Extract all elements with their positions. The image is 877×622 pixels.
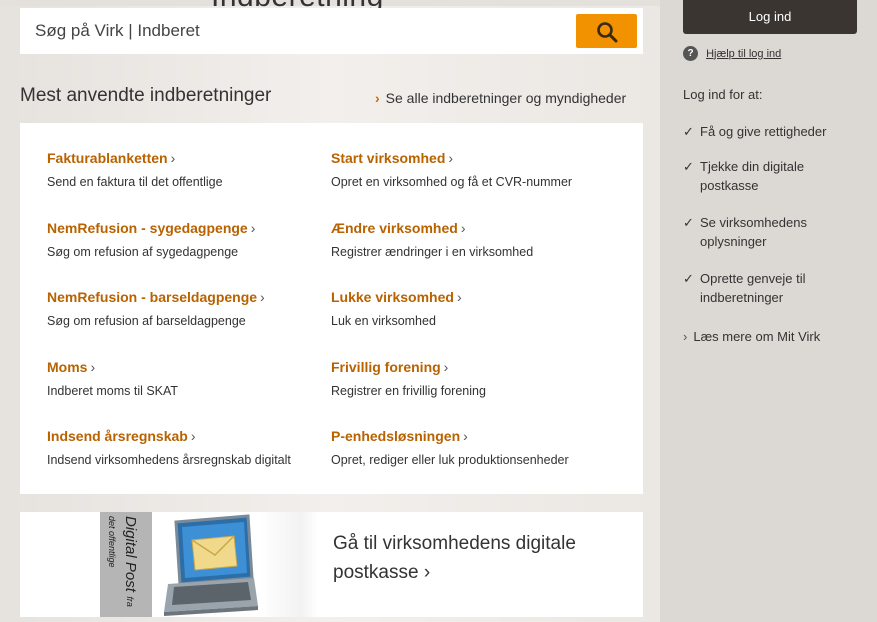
benefit-text: Få og give rettigheder (700, 124, 827, 139)
link-description: Registrer en frivillig forening (331, 384, 486, 398)
digital-post-banner[interactable]: Digital Post fra det offentlige Gå til v… (20, 512, 643, 617)
chevron-right-icon: › (683, 329, 688, 344)
search-box (20, 8, 643, 54)
page-heading-clipped: Indberetning (211, 0, 384, 8)
section-title: Mest anvendte indberetninger (20, 85, 272, 106)
see-all-link[interactable]: › Se alle indberetninger og myndigheder (375, 90, 626, 106)
list-item: Indsend årsregnskab › Indsend virksomhede… (47, 428, 291, 467)
list-item: Ændre virksomhed › Registrer ændringer i … (331, 220, 533, 259)
check-icon: ✓ (683, 159, 694, 174)
chevron-right-icon: › (423, 562, 431, 583)
see-all-label: Se alle indberetninger og myndigheder (385, 90, 627, 106)
link-description: Indsend virksomhedens årsregnskab digita… (47, 453, 291, 467)
check-icon: ✓ (683, 215, 694, 230)
help-login-link[interactable]: Hjælp til log ind (706, 48, 781, 60)
search-icon (597, 22, 618, 43)
chevron-right-icon: › (260, 289, 265, 305)
chevron-right-icon: › (90, 359, 96, 375)
read-more-label: Læs mere om Mit Virk (693, 329, 821, 344)
link-title[interactable]: P-enhedsløsningen › (331, 428, 569, 444)
chevron-right-icon: › (190, 428, 196, 444)
link-title[interactable]: NemRefusion - sygedagpenge › (47, 220, 255, 236)
check-icon: ✓ (683, 124, 694, 139)
banner-text[interactable]: Gå til virksomhedens digitale postkasse … (333, 529, 613, 587)
chevron-right-icon: › (456, 289, 462, 305)
link-title[interactable]: Fakturablanketten › (47, 150, 223, 166)
most-used-panel: Fakturablanketten › Send en faktura til d… (20, 123, 643, 494)
banner-divider (260, 512, 318, 617)
link-title[interactable]: Frivillig forening › (331, 359, 486, 375)
help-row: ? Hjælp til log ind (683, 46, 781, 61)
check-icon: ✓ (683, 271, 694, 286)
digital-post-logo: Digital Post fra det offentlige (100, 512, 152, 617)
benefit-item: ✓ Tjekke din digitale postkasse (683, 157, 865, 195)
read-more-link[interactable]: › Læs mere om Mit Virk (683, 329, 820, 344)
link-description: Send en faktura til det offentlige (47, 175, 223, 189)
list-item: P-enhedsløsningen › Opret, rediger eller … (331, 428, 569, 467)
chevron-right-icon: › (375, 90, 380, 106)
chevron-right-icon: › (250, 220, 256, 236)
link-title[interactable]: Lukke virksomhed › (331, 289, 462, 305)
list-item: Frivillig forening › Registrer en frivill… (331, 359, 486, 398)
digital-post-logo-title: Digital Post (122, 516, 139, 592)
chevron-right-icon: › (463, 428, 468, 444)
link-title[interactable]: Ændre virksomhed › (331, 220, 533, 236)
link-description: Indberet moms til SKAT (47, 384, 179, 398)
list-item: Start virksomhed › Opret en virksomhed og… (331, 150, 572, 189)
chevron-right-icon: › (448, 150, 454, 166)
laptop-mail-icon (164, 514, 258, 616)
link-description: Søg om refusion af sygedagpenge (47, 245, 239, 259)
banner-label: Gå til virksomhedens digitale postkasse (333, 533, 576, 583)
list-item: NemRefusion - barseldagpenge › Søg om ref… (47, 289, 265, 328)
link-title[interactable]: Start virksomhed › (331, 150, 572, 166)
link-description: Registrer ændringer i en virksomhed (331, 245, 534, 259)
search-button[interactable] (576, 14, 637, 48)
link-description: Søg om refusion af barseldagpenge (47, 314, 246, 328)
list-item: Lukke virksomhed › Luk en virksomhed (331, 289, 462, 328)
link-description: Opret, rediger eller luk produktionsenhe… (331, 453, 569, 467)
link-title[interactable]: Moms › (47, 359, 178, 375)
login-for-label: Log ind for at: (683, 87, 763, 102)
chevron-right-icon: › (460, 220, 466, 236)
chevron-right-icon: › (443, 359, 449, 375)
link-description: Opret en virksomhed og få et CVR-nummer (331, 175, 573, 189)
search-input[interactable] (20, 8, 560, 54)
list-item: Moms › Indberet moms til SKAT (47, 359, 178, 398)
digital-post-logo-text: Digital Post fra det offentlige (103, 516, 139, 617)
sidebar: Log ind ? Hjælp til log ind Log ind for … (660, 0, 877, 622)
list-item: NemRefusion - sygedagpenge › Søg om refus… (47, 220, 255, 259)
benefit-item: ✓ Få og give rettigheder (683, 122, 865, 141)
link-description: Luk en virksomhed (331, 314, 436, 328)
list-item: Fakturablanketten › Send en faktura til d… (47, 150, 223, 189)
link-title[interactable]: NemRefusion - barseldagpenge › (47, 289, 265, 305)
benefit-text: Se virksomhedens oplysninger (700, 215, 807, 249)
help-icon: ? (683, 46, 698, 61)
benefit-text: Tjekke din digitale postkasse (700, 159, 805, 193)
chevron-right-icon: › (170, 150, 176, 166)
benefit-text: Oprette genveje til indberetninger (700, 271, 806, 305)
benefit-item: ✓ Se virksomhedens oplysninger (683, 213, 865, 251)
login-button[interactable]: Log ind (683, 0, 857, 34)
link-title[interactable]: Indsend årsregnskab › (47, 428, 291, 444)
benefit-item: ✓ Oprette genveje til indberetninger (683, 269, 865, 307)
